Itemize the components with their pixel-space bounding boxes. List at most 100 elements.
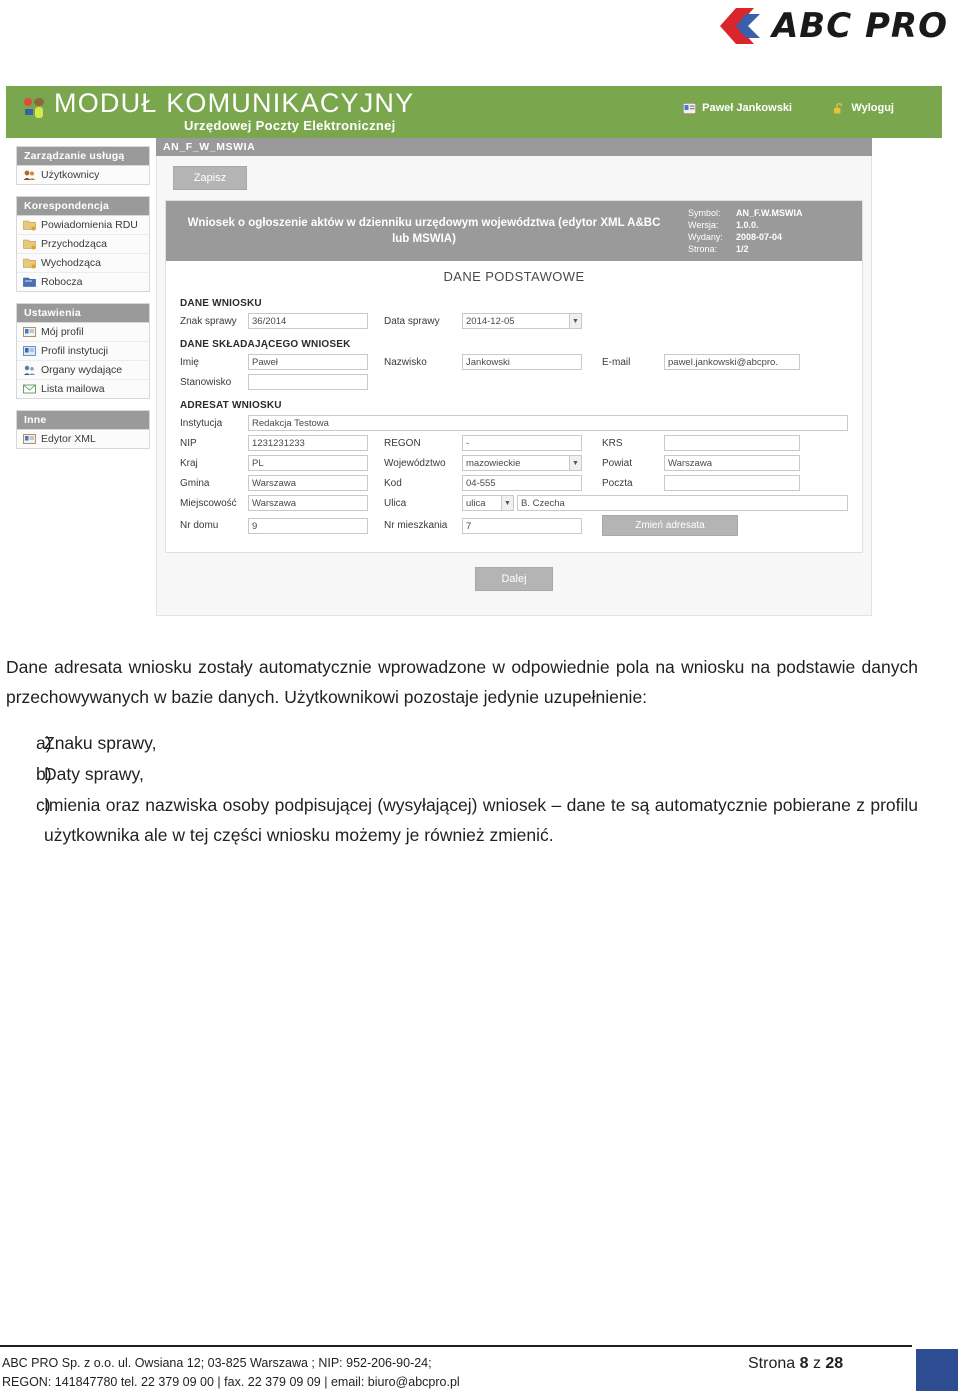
sidebar-item-przychodzaca[interactable]: Przychodząca — [17, 235, 149, 254]
section-dane-wniosku-label: DANE WNIOSKU — [180, 298, 262, 309]
list-text: Daty sprawy, — [44, 764, 144, 784]
meta-value: AN_F.W.MSWIA — [736, 208, 803, 218]
instytucja-input[interactable]: Redakcja Testowa — [248, 415, 848, 431]
map-pins-icon — [24, 98, 44, 118]
meta-value: 1/2 — [736, 244, 749, 254]
miejscowosc-input[interactable]: Warszawa — [248, 495, 368, 511]
ulica-label: Ulica — [384, 497, 407, 509]
sidebar-item-label: Profil instytucji — [41, 345, 109, 357]
kraj-input[interactable]: PL — [248, 455, 368, 471]
sidebar-item-organy-wydajace[interactable]: Organy wydające — [17, 361, 149, 380]
page-mid: z — [808, 1355, 826, 1372]
page-number: Strona 8 z 28 — [748, 1355, 843, 1373]
chevron-logo-icon — [719, 8, 760, 44]
tab-an-f-w-mswia[interactable]: AN_F_W_MSWIA — [156, 138, 872, 156]
sidebar-item-moj-profil[interactable]: Mój profil — [17, 323, 149, 342]
meta-value: 2008-07-04 — [736, 232, 783, 242]
id-card-icon — [683, 102, 697, 114]
nr-domu-input[interactable]: 9 — [248, 517, 368, 534]
sidebar-item-edytor-xml[interactable]: Edytor XML — [17, 430, 149, 448]
envelope-icon — [23, 384, 36, 394]
regon-label: REGON — [384, 437, 421, 449]
form-title-bar: Wniosek o ogłoszenie aktów w dzienniku u… — [166, 201, 862, 261]
header-user[interactable]: Paweł Jankowski — [683, 102, 792, 114]
ulica-type-select[interactable]: ulica ▼ — [462, 495, 514, 511]
sidebar-item-uzytkownicy[interactable]: Użytkownicy — [17, 166, 149, 184]
sidebar-item-lista-mailowa[interactable]: Lista mailowa — [17, 380, 149, 398]
imie-input[interactable]: Paweł — [248, 354, 368, 370]
chevron-down-icon: ▼ — [569, 314, 581, 328]
page-current: 8 — [799, 1355, 809, 1372]
stanowisko-input[interactable] — [248, 374, 368, 390]
unlock-icon — [834, 102, 843, 113]
folder-icon — [23, 220, 36, 231]
page-prefix: Strona — [748, 1355, 800, 1372]
nr-mieszkania-input[interactable]: 7 — [462, 517, 582, 534]
sidebar-group-ustawienia: Ustawienia Mój profil Profil instytucji … — [16, 303, 150, 399]
nip-input[interactable]: 1231231233 — [248, 435, 368, 451]
gmina-label: Gmina — [180, 477, 210, 489]
gmina-input[interactable]: Warszawa — [248, 475, 368, 491]
imie-label: Imię — [180, 356, 199, 368]
powiat-input[interactable]: Warszawa — [664, 455, 800, 471]
sidebar-item-label: Powiadomienia RDU — [41, 219, 138, 231]
logout-button[interactable]: Wyloguj — [833, 102, 894, 114]
sidebar-group-korespondencja: Korespondencja Powiadomienia RDU Przycho… — [16, 196, 150, 292]
kraj-label: Kraj — [180, 457, 198, 469]
kod-label: Kod — [384, 477, 402, 489]
sidebar-item-profil-instytucji[interactable]: Profil instytucji — [17, 342, 149, 361]
section-dane-skladajacego-label: DANE SKŁADAJĄCEGO WNIOSEK — [180, 339, 351, 350]
save-button[interactable]: Zapisz — [173, 166, 247, 190]
miejscowosc-label: Miejscowość — [180, 497, 237, 509]
sidebar-item-label: Organy wydające — [41, 364, 123, 376]
sidebar-item-powiadomienia-rdu[interactable]: Powiadomienia RDU — [17, 216, 149, 235]
application-screenshot: MODUŁ KOMUNIKACYJNY Urzędowej Poczty Ele… — [6, 86, 948, 636]
email-label: E-mail — [602, 356, 631, 368]
ordered-list: a) Znaku sprawy, b) Daty sprawy, c) Imie… — [6, 728, 918, 850]
sidebar-group-title: Korespondencja — [17, 197, 149, 216]
email-input[interactable]: pawel.jankowski@abcpro. — [664, 354, 800, 370]
row-miejscowosc: Miejscowość Warszawa Ulica ulica ▼ B. Cz… — [180, 495, 848, 511]
nazwisko-input[interactable]: Jankowski — [462, 354, 582, 370]
meta-value: 1.0.0. — [736, 220, 759, 230]
nr-mieszkania-label: Nr mieszkania — [384, 520, 448, 531]
krs-input[interactable] — [664, 435, 800, 451]
wojewodztwo-select[interactable]: mazowieckie ▼ — [462, 455, 582, 471]
page-total: 28 — [825, 1355, 844, 1372]
folder-blue-icon — [23, 277, 36, 287]
sidebar-group-title: Inne — [17, 411, 149, 430]
form-card: Wniosek o ogłoszenie aktów w dzienniku u… — [165, 200, 863, 553]
intro-paragraph: Dane adresata wniosku zostały automatycz… — [6, 657, 918, 707]
folder-icon — [23, 258, 36, 269]
sidebar-item-wychodzaca[interactable]: Wychodząca — [17, 254, 149, 273]
ulica-input[interactable]: B. Czecha — [517, 495, 848, 511]
list-text: Imienia oraz nazwiska osoby podpisującej… — [44, 795, 918, 845]
sidebar-item-label: Mój profil — [41, 326, 84, 338]
app-title: MODUŁ KOMUNIKACYJNY — [54, 88, 415, 118]
list-item: c) Imienia oraz nazwiska osoby podpisują… — [6, 790, 918, 850]
sidebar-item-robocza[interactable]: Robocza — [17, 273, 149, 291]
users-group-icon — [23, 365, 36, 375]
meta-key: Strona: — [688, 244, 718, 254]
row-instytucja: Instytucja Redakcja Testowa — [180, 415, 848, 431]
panel-footer: Dalej — [157, 553, 871, 591]
kod-input[interactable]: 04-555 — [462, 475, 582, 491]
footer-line-2: REGON: 141847780 tel. 22 379 09 00 | fax… — [2, 1375, 460, 1389]
poczta-input[interactable] — [664, 475, 800, 491]
brand-name: ABC PRO — [771, 6, 948, 46]
znak-sprawy-input[interactable]: 36/2014 — [248, 313, 368, 329]
sidebar-group-title: Zarządzanie usługą — [17, 147, 149, 166]
page-footer: ABC PRO Sp. z o.o. ul. Owsiana 12; 03-82… — [0, 1341, 960, 1399]
id-card-icon — [23, 327, 36, 337]
stanowisko-label: Stanowisko — [180, 376, 232, 388]
powiat-label: Powiat — [602, 457, 633, 469]
change-addressee-button[interactable]: Zmień adresata — [602, 515, 738, 536]
meta-wersja: Wersja: 1.0.0. — [688, 219, 862, 231]
abc-pro-logo: ABC PRO — [716, 6, 948, 46]
next-button[interactable]: Dalej — [475, 567, 553, 591]
sidebar-item-label: Robocza — [41, 276, 83, 288]
data-sprawy-select[interactable]: 2014-12-05 ▼ — [462, 313, 582, 329]
znak-sprawy-label: Znak sprawy — [180, 315, 237, 327]
header-user-name: Paweł Jankowski — [702, 102, 792, 114]
regon-input[interactable]: - — [462, 435, 582, 451]
